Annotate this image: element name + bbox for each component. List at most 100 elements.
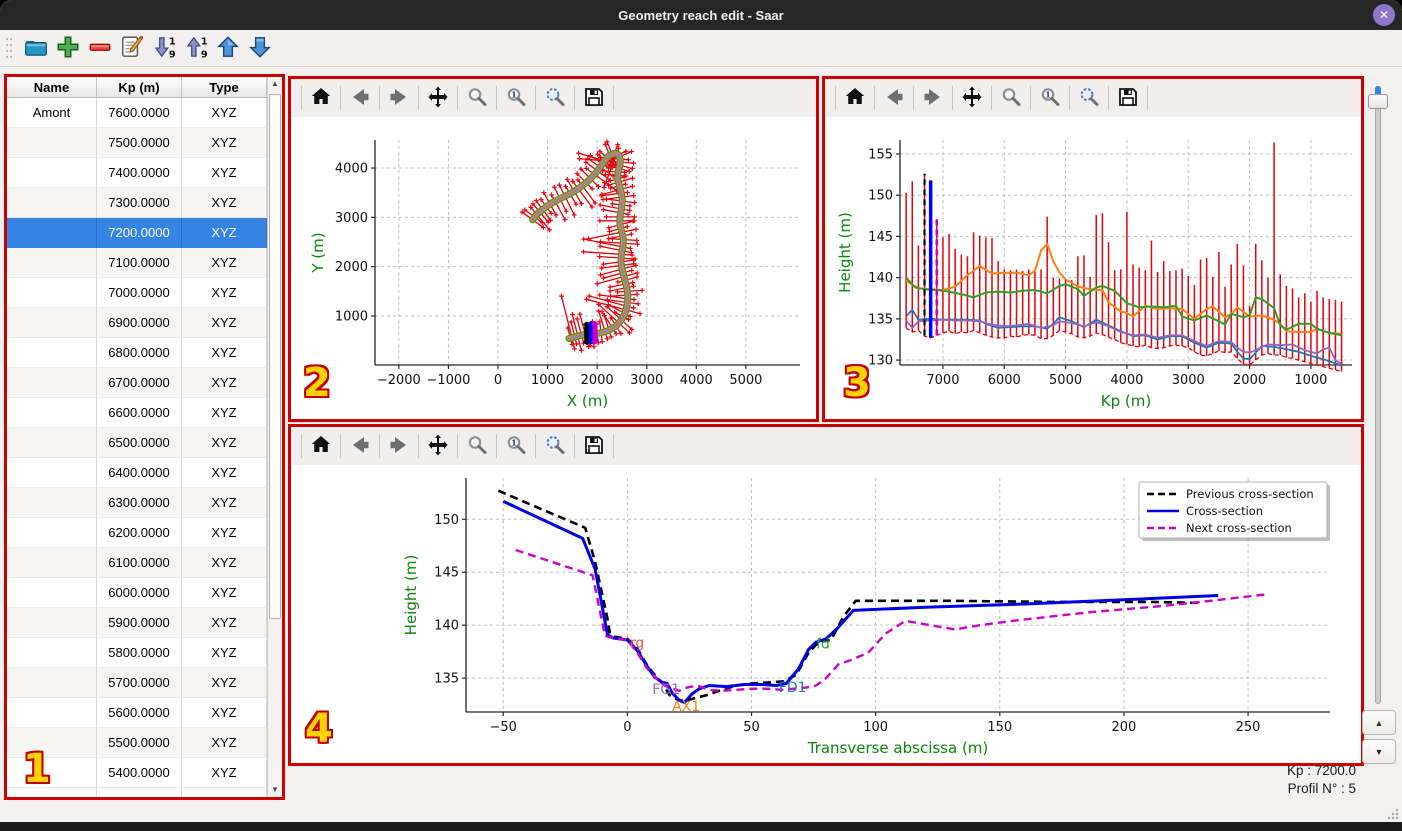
- scroll-up-icon[interactable]: ▲: [268, 77, 282, 91]
- edit-rows-button[interactable]: [116, 33, 148, 63]
- table-row[interactable]: 7100.0000 XYZ: [7, 248, 267, 278]
- forward-button[interactable]: [384, 83, 414, 113]
- plan-view-plot[interactable]: −2000 −1000 0 1000 2000 3000 4000 5000 1000 2000 3…: [291, 117, 816, 419]
- pan-button[interactable]: [423, 83, 453, 113]
- cell-name[interactable]: [7, 548, 97, 578]
- cell-kp[interactable]: 7200.0000: [97, 218, 182, 248]
- cell-type[interactable]: XYZ: [182, 278, 267, 308]
- home-button[interactable]: [840, 83, 870, 113]
- table-row[interactable]: 7200.0000 XYZ: [7, 218, 267, 248]
- table-row[interactable]: 6000.0000 XYZ: [7, 578, 267, 608]
- cell-type[interactable]: XYZ: [182, 428, 267, 458]
- cell-type[interactable]: XYZ: [182, 338, 267, 368]
- save-button[interactable]: [1113, 83, 1143, 113]
- cell-type[interactable]: XYZ: [182, 248, 267, 278]
- column-header-type[interactable]: Type: [182, 77, 267, 97]
- cell-type[interactable]: XYZ: [182, 308, 267, 338]
- table-row[interactable]: 6800.0000 XYZ: [7, 338, 267, 368]
- cell-kp[interactable]: 6800.0000: [97, 338, 182, 368]
- scroll-down-icon[interactable]: ▼: [268, 783, 282, 797]
- sort-ascending-button[interactable]: 19: [180, 33, 212, 63]
- cell-name[interactable]: [7, 698, 97, 728]
- cell-kp[interactable]: 6500.0000: [97, 428, 182, 458]
- table-row[interactable]: 7400.0000 XYZ: [7, 158, 267, 188]
- remove-row-button[interactable]: [84, 33, 116, 63]
- zoom-one-button[interactable]: 1: [1035, 83, 1065, 113]
- cell-kp[interactable]: 5500.0000: [97, 728, 182, 758]
- cell-kp[interactable]: 6900.0000: [97, 308, 182, 338]
- cell-name[interactable]: [7, 728, 97, 758]
- cell-kp[interactable]: 6700.0000: [97, 368, 182, 398]
- pan-button[interactable]: [957, 83, 987, 113]
- cell-name[interactable]: [7, 758, 97, 788]
- save-button[interactable]: [579, 431, 609, 461]
- table-row[interactable]: 5800.0000 XYZ: [7, 638, 267, 668]
- profile-down-button[interactable]: ▼: [1362, 739, 1396, 764]
- table-row[interactable]: 5700.0000 XYZ: [7, 668, 267, 698]
- back-button[interactable]: [879, 83, 909, 113]
- table-row[interactable]: 6600.0000 XYZ: [7, 398, 267, 428]
- zoom-one-button[interactable]: 1: [501, 83, 531, 113]
- column-header-kp[interactable]: Kp (m): [97, 77, 182, 97]
- cell-type[interactable]: XYZ: [182, 398, 267, 428]
- cell-kp[interactable]: 7500.0000: [97, 128, 182, 158]
- cell-name[interactable]: [7, 368, 97, 398]
- table-row[interactable]: 6100.0000 XYZ: [7, 548, 267, 578]
- cell-name[interactable]: [7, 638, 97, 668]
- cell-type[interactable]: XYZ: [182, 608, 267, 638]
- cell-type[interactable]: XYZ: [182, 458, 267, 488]
- close-icon[interactable]: ✕: [1373, 4, 1395, 26]
- table-row[interactable]: 6700.0000 XYZ: [7, 368, 267, 398]
- cell-type[interactable]: XYZ: [182, 158, 267, 188]
- open-folder-button[interactable]: [20, 33, 52, 63]
- cell-type[interactable]: XYZ: [182, 188, 267, 218]
- cell-name[interactable]: [7, 308, 97, 338]
- cell-kp[interactable]: 6600.0000: [97, 398, 182, 428]
- table-row[interactable]: 6200.0000 XYZ: [7, 518, 267, 548]
- cell-name[interactable]: [7, 248, 97, 278]
- table-scrollbar[interactable]: ▲ ▼: [267, 77, 282, 797]
- cell-name[interactable]: [7, 158, 97, 188]
- sort-descending-button[interactable]: 19: [148, 33, 180, 63]
- toolbar-drag-handle[interactable]: [4, 35, 14, 61]
- cell-name[interactable]: Amont: [7, 98, 97, 128]
- table-row[interactable]: 6400.0000 XYZ: [7, 458, 267, 488]
- cell-name[interactable]: [7, 338, 97, 368]
- cell-type[interactable]: XYZ: [182, 488, 267, 518]
- cell-name[interactable]: [7, 578, 97, 608]
- zoom-one-button[interactable]: 1: [501, 431, 531, 461]
- zoom-button[interactable]: [996, 83, 1026, 113]
- cell-type[interactable]: XYZ: [182, 728, 267, 758]
- cross-section-plot[interactable]: −50 0 50 100 150 200 250 135 140 145 150 Transverse…: [291, 465, 1361, 763]
- cell-name[interactable]: [7, 188, 97, 218]
- save-button[interactable]: [579, 83, 609, 113]
- table-row[interactable]: 6500.0000 XYZ: [7, 428, 267, 458]
- table-row[interactable]: 7300.0000 XYZ: [7, 188, 267, 218]
- cell-type[interactable]: XYZ: [182, 518, 267, 548]
- zoom-fit-button[interactable]: [540, 431, 570, 461]
- cell-type[interactable]: XYZ: [182, 578, 267, 608]
- home-button[interactable]: [306, 431, 336, 461]
- table-row[interactable]: 5600.0000 XYZ: [7, 698, 267, 728]
- table-row[interactable]: 5900.0000 XYZ: [7, 608, 267, 638]
- cell-type[interactable]: XYZ: [182, 128, 267, 158]
- resize-grip[interactable]: [1387, 808, 1399, 820]
- home-button[interactable]: [306, 83, 336, 113]
- cell-type[interactable]: XYZ: [182, 218, 267, 248]
- cell-kp[interactable]: 5800.0000: [97, 638, 182, 668]
- cell-kp[interactable]: 7100.0000: [97, 248, 182, 278]
- cell-name[interactable]: [7, 668, 97, 698]
- slider-handle[interactable]: [1368, 94, 1388, 109]
- cell-name[interactable]: [7, 218, 97, 248]
- cell-type[interactable]: XYZ: [182, 368, 267, 398]
- cell-name[interactable]: [7, 428, 97, 458]
- cell-name[interactable]: [7, 518, 97, 548]
- cell-type[interactable]: XYZ: [182, 638, 267, 668]
- table-row[interactable]: Amont 7600.0000 XYZ: [7, 98, 267, 128]
- scrollbar-thumb[interactable]: [269, 94, 281, 619]
- cell-kp[interactable]: 6100.0000: [97, 548, 182, 578]
- long-profile-plot[interactable]: 7000 6000 5000 4000 3000 2000 1000 130 135 140 145…: [825, 117, 1361, 419]
- cell-kp[interactable]: 7000.0000: [97, 278, 182, 308]
- pan-button[interactable]: [423, 431, 453, 461]
- add-row-button[interactable]: [52, 33, 84, 63]
